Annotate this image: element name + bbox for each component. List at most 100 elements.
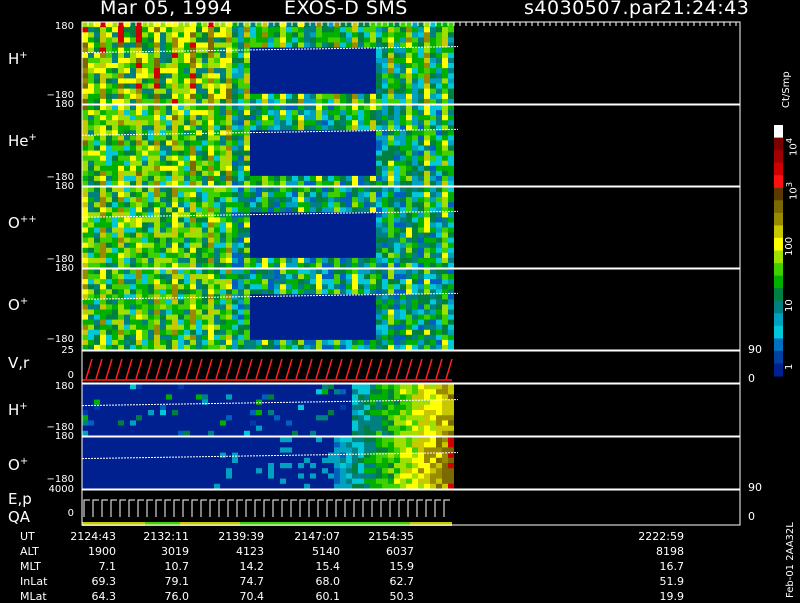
data-cell: [202, 394, 208, 400]
data-cell: [136, 78, 142, 84]
data-cell: [214, 310, 220, 316]
data-cell: [334, 335, 340, 341]
data-cell: [256, 27, 262, 33]
data-cell: [226, 304, 232, 310]
data-cell: [346, 125, 352, 131]
data-cell: [184, 415, 190, 421]
data-cell: [424, 238, 430, 244]
data-cell: [256, 94, 262, 100]
data-cell: [244, 217, 250, 223]
data-cell: [376, 151, 382, 157]
data-cell: [310, 228, 316, 234]
data-cell: [328, 78, 334, 84]
data-cell: [82, 315, 88, 321]
data-cell: [232, 315, 238, 321]
data-cell: [328, 274, 334, 280]
data-cell: [334, 233, 340, 239]
data-cell: [172, 151, 178, 157]
data-cell: [106, 310, 112, 316]
data-cell: [250, 394, 256, 400]
data-cell: [202, 217, 208, 223]
data-cell: [106, 269, 112, 275]
data-cell: [442, 243, 448, 249]
data-cell: [310, 84, 316, 90]
data-cell: [262, 207, 268, 213]
data-cell: [346, 68, 352, 74]
data-cell: [148, 335, 154, 341]
data-cell: [202, 400, 208, 406]
data-cell: [448, 253, 454, 259]
data-cell: [220, 325, 226, 331]
data-cell: [316, 166, 322, 172]
data-cell: [214, 63, 220, 69]
data-cell: [370, 161, 376, 167]
data-cell: [436, 212, 442, 218]
data-cell: [250, 389, 256, 395]
data-cell: [352, 400, 358, 406]
data-cell: [220, 405, 226, 411]
data-cell: [424, 161, 430, 167]
data-cell: [316, 125, 322, 131]
data-cell: [418, 279, 424, 285]
data-cell: [274, 120, 280, 126]
data-cell: [256, 156, 262, 162]
data-cell: [370, 156, 376, 162]
data-cell: [382, 110, 388, 116]
data-cell: [82, 304, 88, 310]
data-cell: [112, 315, 118, 321]
data-cell: [196, 325, 202, 331]
data-cell: [106, 468, 112, 474]
data-cell: [190, 442, 196, 448]
data-cell: [262, 89, 268, 95]
data-cell: [256, 110, 262, 116]
data-cell: [232, 110, 238, 116]
data-cell: [406, 197, 412, 203]
data-cell: [94, 63, 100, 69]
velocity-spike: [226, 359, 232, 379]
data-cell: [244, 43, 250, 49]
data-cell: [298, 68, 304, 74]
data-cell: [202, 166, 208, 172]
data-cell: [286, 161, 292, 167]
data-cell: [154, 447, 160, 453]
data-cell: [232, 384, 238, 390]
data-cell: [184, 248, 190, 254]
data-cell: [94, 394, 100, 400]
data-cell: [124, 105, 130, 111]
data-cell: [124, 32, 130, 38]
data-cell: [304, 217, 310, 223]
data-cell: [316, 238, 322, 244]
data-cell: [196, 437, 202, 443]
data-cell: [208, 405, 214, 411]
data-cell: [118, 437, 124, 443]
data-cell: [160, 394, 166, 400]
data-cell: [292, 258, 298, 264]
data-cell: [274, 151, 280, 157]
data-cell: [202, 197, 208, 203]
data-cell: [430, 135, 436, 141]
data-cell: [286, 274, 292, 280]
data-cell: [424, 310, 430, 316]
data-cell: [430, 37, 436, 43]
data-cell: [388, 217, 394, 223]
data-cell: [124, 89, 130, 95]
data-cell: [214, 84, 220, 90]
data-cell: [166, 447, 172, 453]
data-cell: [172, 37, 178, 43]
data-cell: [112, 217, 118, 223]
data-cell: [256, 228, 262, 234]
data-cell: [298, 156, 304, 162]
data-cell: [364, 37, 370, 43]
data-cell: [256, 294, 262, 300]
data-cell: [232, 248, 238, 254]
data-cell: [190, 151, 196, 157]
data-cell: [292, 120, 298, 126]
data-cell: [304, 228, 310, 234]
data-cell: [178, 325, 184, 331]
data-cell: [298, 228, 304, 234]
data-cell: [328, 400, 334, 406]
data-cell: [94, 325, 100, 331]
data-cell: [430, 63, 436, 69]
data-cell: [340, 304, 346, 310]
data-cell: [406, 310, 412, 316]
